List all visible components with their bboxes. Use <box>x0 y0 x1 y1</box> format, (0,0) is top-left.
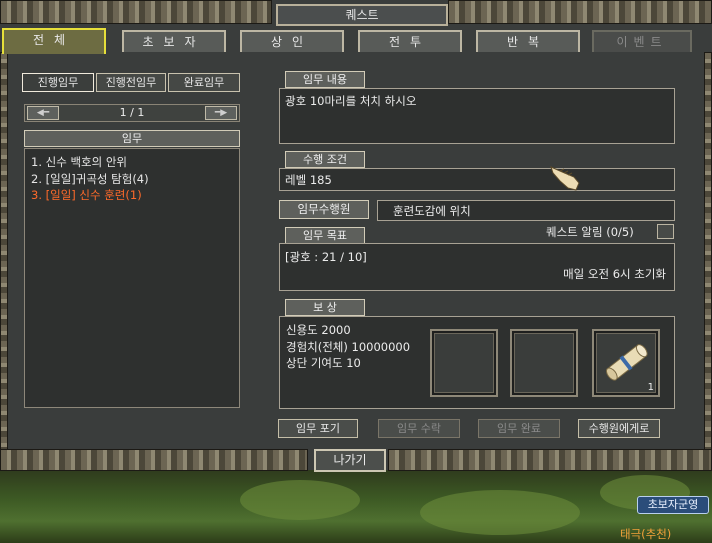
goal-box: [광호 : 21 / 10] 매일 오전 6시 초기화 <box>279 243 675 291</box>
quest-pager: ◀━ 1 / 1 ━▶ <box>24 104 240 122</box>
quest-list-item[interactable]: 1. 신수 백호의 안위 <box>25 154 239 171</box>
performer-box: 훈련도감에 위치 <box>377 200 675 221</box>
abandon-quest-button[interactable]: 임무 포기 <box>278 419 358 438</box>
condition-label: 수행 조건 <box>285 151 365 168</box>
bottom-border-left <box>0 449 308 471</box>
reward-slot-2[interactable] <box>510 329 578 397</box>
quest-alarm-label: 퀘스트 알림 (0/5) <box>546 225 634 239</box>
prev-page-button[interactable]: ◀━ <box>27 106 59 120</box>
top-border-left <box>0 0 272 24</box>
page-indicator: 1 / 1 <box>119 106 145 119</box>
goal-reset-note: 매일 오전 6시 초기화 <box>563 267 666 281</box>
exit-button[interactable]: 나가기 <box>314 449 386 472</box>
content-text: 광호 10마리를 처치 하시오 <box>285 94 417 108</box>
bottom-border-right <box>388 449 712 471</box>
performer-text: 훈련도감에 위치 <box>393 204 471 218</box>
subtab-completed[interactable]: 완료임무 <box>168 73 240 92</box>
performer-button[interactable]: 임무수행원 <box>279 200 369 219</box>
condition-text: 레벨 185 <box>285 173 332 187</box>
quest-window: 퀘스트 전체 초보자 상인 전투 반복 이벤트 진행임무 진행전임무 완료임무 … <box>0 0 712 472</box>
content-label: 임무 내용 <box>285 71 365 88</box>
quest-list: 1. 신수 백호의 안위 2. [일일]귀곡성 탐험(4) 3. [일일] 신수… <box>24 148 240 408</box>
arrow-right-icon: ━▶ <box>214 108 228 118</box>
reward-contribution: 상단 기여도 10 <box>286 356 361 370</box>
quest-list-item-selected[interactable]: 3. [일일] 신수 훈련(1) <box>25 187 239 204</box>
tab-merchant[interactable]: 상인 <box>240 30 344 52</box>
right-border <box>704 52 712 450</box>
condition-box: 레벨 185 <box>279 168 675 191</box>
beginner-guild-button[interactable]: 초보자군영 <box>637 496 709 514</box>
quest-list-item[interactable]: 2. [일일]귀곡성 탐험(4) <box>25 171 239 188</box>
player-name-label: 태극(추천) <box>620 527 672 541</box>
tab-event[interactable]: 이벤트 <box>592 30 692 52</box>
subtab-in-progress[interactable]: 진행임무 <box>22 73 94 92</box>
left-border <box>0 52 8 450</box>
game-scene-background <box>0 470 712 543</box>
top-border-right <box>448 0 712 24</box>
reward-credit: 신용도 2000 <box>286 323 351 337</box>
goal-progress: [광호 : 21 / 10] <box>285 250 367 264</box>
category-tabs: 전체 초보자 상인 전투 반복 이벤트 <box>0 26 712 54</box>
reward-exp: 경험치(전체) 10000000 <box>286 339 411 354</box>
tab-combat[interactable]: 전투 <box>358 30 462 52</box>
complete-quest-button[interactable]: 임무 완료 <box>478 419 560 438</box>
reward-label: 보 상 <box>285 299 365 316</box>
content-box: 광호 10마리를 처치 하시오 <box>279 88 675 144</box>
reward-item-count: 1 <box>647 382 654 393</box>
tab-repeat[interactable]: 반복 <box>476 30 580 52</box>
quest-list-header: 임무 <box>24 130 240 147</box>
accept-quest-button[interactable]: 임무 수락 <box>378 419 460 438</box>
goal-label: 임무 목표 <box>285 227 365 244</box>
next-page-button[interactable]: ━▶ <box>205 106 237 120</box>
reward-slot-1[interactable] <box>430 329 498 397</box>
go-to-performer-button[interactable]: 수행원에게로 <box>578 419 660 438</box>
window-title: 퀘스트 <box>276 4 448 26</box>
hand-cursor-icon <box>550 166 580 191</box>
quest-alarm-checkbox[interactable] <box>657 224 674 239</box>
tab-all[interactable]: 전체 <box>2 28 106 54</box>
subtab-pending[interactable]: 진행전임무 <box>96 73 166 92</box>
tab-beginner[interactable]: 초보자 <box>122 30 226 52</box>
reward-slot-3[interactable]: 1 <box>592 329 660 397</box>
arrow-left-icon: ◀━ <box>36 108 50 118</box>
